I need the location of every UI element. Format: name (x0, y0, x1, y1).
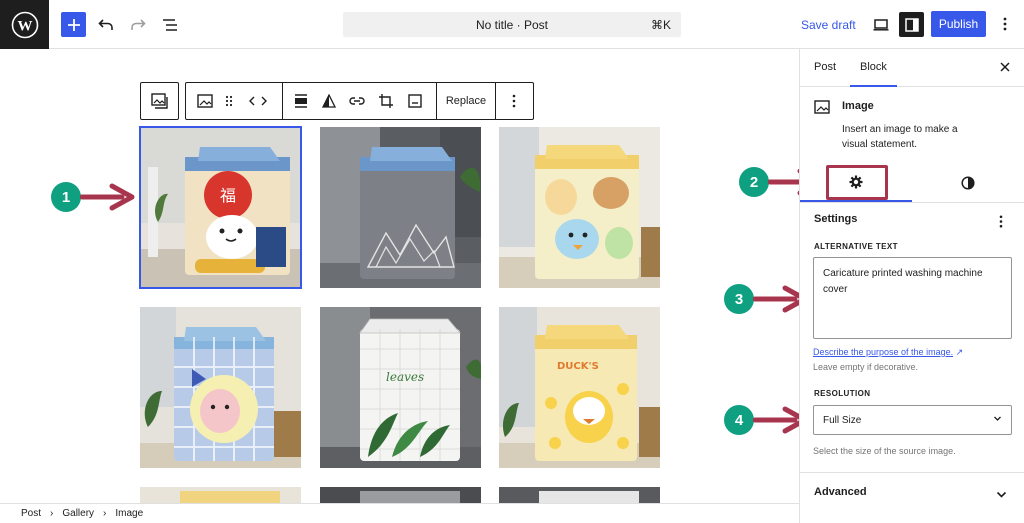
block-toolbar: Replace (185, 82, 534, 120)
annotation-badge-3: 3 (724, 284, 754, 314)
publish-button[interactable]: Publish (931, 11, 986, 37)
resolution-select[interactable]: Full Size (813, 405, 1012, 435)
toolbar-divider (282, 83, 283, 119)
settings-sidebar-toggle-icon[interactable] (899, 12, 924, 37)
resolution-value: Full Size (823, 415, 862, 426)
undo-icon[interactable] (96, 15, 116, 35)
gallery-parent-button[interactable] (140, 82, 179, 120)
svg-text:福: 福 (220, 186, 236, 205)
advanced-label: Advanced (814, 486, 867, 498)
breadcrumb-item-image: Image (115, 508, 144, 519)
gallery-image[interactable]: DUCK'S (499, 307, 660, 468)
breadcrumb-separator: › (103, 508, 107, 519)
gallery-image[interactable] (140, 307, 301, 468)
settings-options-icon[interactable] (999, 215, 1003, 233)
resolution-label: RESOLUTION (814, 389, 871, 398)
alt-text-field[interactable]: Caricature printed washing machine cover (813, 257, 1012, 339)
link-icon[interactable] (345, 83, 369, 119)
alt-text-value: cover (823, 284, 848, 295)
gallery-image[interactable] (320, 487, 481, 503)
svg-text:leaves: leaves (386, 370, 424, 384)
command-shortcut-label: ⌘K (650, 18, 671, 32)
align-icon[interactable] (289, 83, 313, 119)
image-block-icon (814, 100, 830, 119)
sidebar-tabs: Post Block (800, 49, 1024, 87)
chevron-down-icon (996, 487, 1007, 505)
gallery-image[interactable]: leaves (320, 307, 481, 468)
add-block-button[interactable] (61, 12, 86, 37)
annotation-arrow-icon (80, 183, 135, 211)
settings-tab-highlight (826, 165, 888, 200)
settings-sidebar: Post Block Image Insert an image to make… (799, 49, 1024, 523)
gallery-image[interactable] (499, 487, 660, 503)
duotone-filter-icon[interactable] (317, 83, 341, 119)
document-overview-icon[interactable] (160, 15, 180, 35)
settings-panel-title: Settings (814, 213, 858, 225)
annotation-badge-4: 4 (724, 405, 754, 435)
advanced-panel-toggle[interactable]: Advanced (800, 472, 1024, 512)
block-settings-tabs (800, 163, 1024, 203)
options-kebab-icon[interactable] (995, 14, 1015, 34)
resolution-help: Select the size of the source image. (813, 446, 956, 456)
gallery-image-selected[interactable]: 福 (139, 126, 302, 289)
tab-post[interactable]: Post (814, 61, 836, 73)
breadcrumb-item-post[interactable]: Post (21, 508, 41, 519)
describe-purpose-link[interactable]: Describe the purpose of the image. (813, 347, 953, 357)
replace-button[interactable]: Replace (437, 83, 495, 119)
external-link-icon: ↗ (955, 347, 964, 357)
drag-handle-icon[interactable] (220, 83, 238, 119)
toolbar-divider (495, 83, 496, 119)
gallery-image[interactable] (320, 127, 481, 288)
chevron-down-icon (993, 414, 1002, 426)
post-title-label: No title · Post (475, 18, 549, 32)
block-breadcrumb: Post › Gallery › Image (0, 503, 799, 523)
wordpress-logo-icon[interactable]: W (0, 0, 49, 49)
save-draft-button[interactable]: Save draft (801, 18, 856, 32)
alt-text-value: Caricature printed washing machine (823, 268, 983, 279)
svg-text:DUCK'S: DUCK'S (557, 361, 599, 372)
breadcrumb-separator: › (50, 508, 54, 519)
block-options-icon[interactable] (501, 83, 527, 119)
gallery-image[interactable] (499, 127, 660, 288)
redo-icon[interactable] (128, 15, 148, 35)
svg-text:W: W (17, 18, 32, 34)
move-arrows-icon[interactable] (244, 83, 272, 119)
breadcrumb-item-gallery[interactable]: Gallery (62, 508, 94, 519)
image-block-icon[interactable] (192, 83, 218, 119)
alt-help-row: Describe the purpose of the image. ↗ (813, 347, 963, 358)
close-icon[interactable] (1000, 60, 1010, 75)
preview-desktop-icon[interactable] (871, 15, 891, 35)
half-circle-styles-icon (961, 175, 975, 190)
gallery-image[interactable] (140, 487, 301, 503)
alt-text-label: ALTERNATIVE TEXT (814, 242, 898, 251)
tab-block[interactable]: Block (850, 61, 897, 87)
block-title: Image (842, 100, 874, 112)
tab-styles[interactable] (912, 163, 1024, 202)
crop-icon[interactable] (374, 83, 398, 119)
editor-top-bar: W No title · Post ⌘K Save draft Publish (0, 0, 1024, 49)
text-overlay-icon[interactable] (403, 83, 427, 119)
annotation-badge-1: 1 (51, 182, 81, 212)
command-palette-bar[interactable]: No title · Post ⌘K (343, 12, 681, 37)
annotation-badge-2: 2 (739, 167, 769, 197)
block-description: Insert an image to make a visual stateme… (842, 122, 1024, 152)
block-description-line: Insert an image to make a (842, 124, 958, 135)
alt-help-note: Leave empty if decorative. (813, 362, 919, 372)
block-description-line: visual statement. (842, 139, 918, 150)
